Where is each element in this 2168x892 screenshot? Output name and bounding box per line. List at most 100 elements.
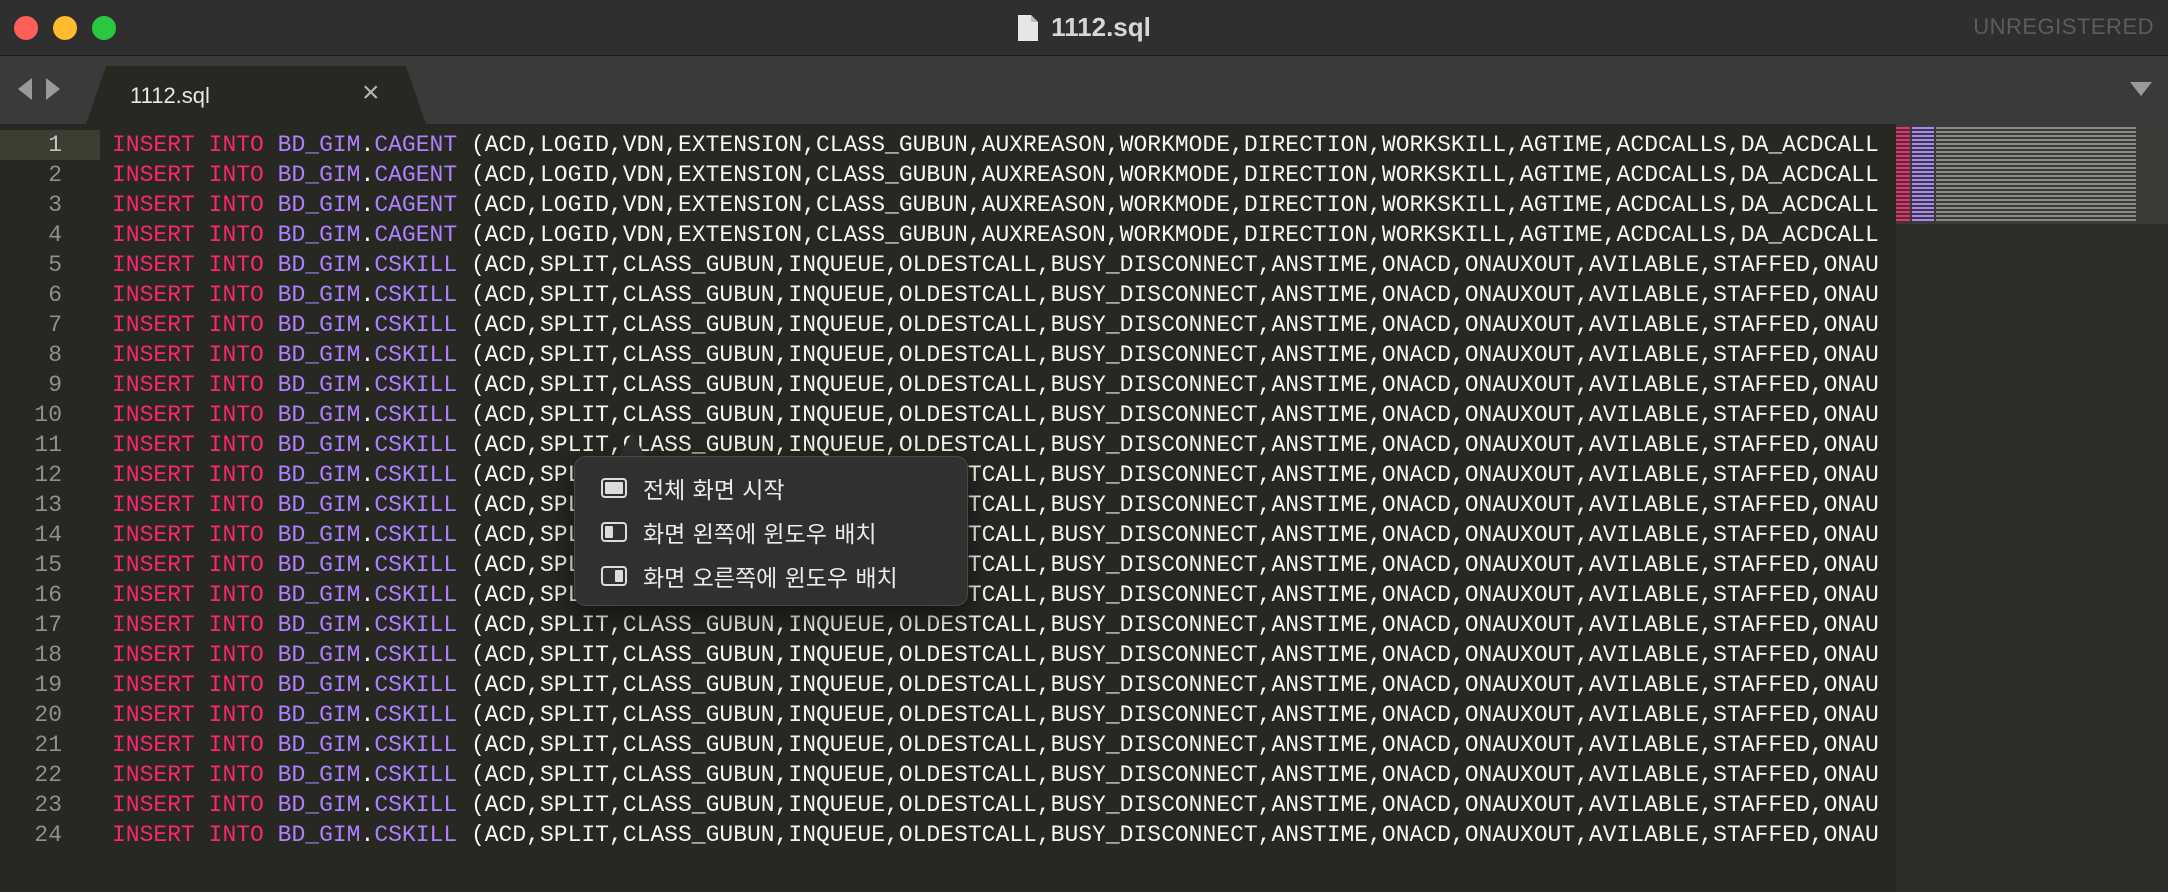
- dot-separator: .: [360, 402, 375, 428]
- code-line[interactable]: 1 INSERT INTO BD_GIM.CAGENT (ACD,LOGID,VD…: [0, 130, 1896, 160]
- code-line[interactable]: 9 INSERT INTO BD_GIM.CSKILL (ACD,SPLIT,CL…: [0, 370, 1896, 400]
- minimap-line: [1912, 207, 1934, 209]
- keyword-insert: INSERT: [112, 282, 195, 308]
- schema-name: BD_GIM: [277, 492, 361, 518]
- minimap-line: [1896, 139, 1910, 141]
- code-line[interactable]: 6 INSERT INTO BD_GIM.CSKILL (ACD,SPLIT,CL…: [0, 280, 1896, 310]
- license-status: UNREGISTERED: [1973, 14, 2154, 39]
- code-text: INSERT INTO BD_GIM.CSKILL (ACD,SPLIT,CLA…: [112, 430, 1879, 460]
- chevron-right-icon[interactable]: [46, 78, 60, 100]
- schema-name: BD_GIM: [277, 642, 361, 668]
- minimap-line: [1912, 171, 1934, 173]
- line-number: 7: [48, 312, 62, 338]
- tab-1112-sql[interactable]: 1112.sql ×: [86, 66, 426, 124]
- minimap-line: [1896, 147, 1910, 149]
- minimap-line: [1936, 195, 2136, 197]
- chevron-left-icon[interactable]: [18, 78, 32, 100]
- table-name: CSKILL: [374, 282, 458, 308]
- line-number: 11: [34, 432, 62, 458]
- minimap-line: [1936, 191, 2136, 193]
- line-number: 4: [48, 222, 62, 248]
- column-list: (ACD,SPLIT,CLASS_GUBUN,INQUEUE,OLDESTCAL…: [470, 282, 1879, 308]
- code-text: INSERT INTO BD_GIM.CAGENT (ACD,LOGID,VDN…: [112, 220, 1879, 250]
- keyword-insert: INSERT: [112, 312, 195, 338]
- dot-separator: .: [360, 342, 375, 368]
- dot-separator: .: [360, 732, 375, 758]
- table-name: CSKILL: [374, 792, 458, 818]
- table-name: CSKILL: [374, 402, 458, 428]
- minimap-line: [1912, 191, 1934, 193]
- dot-separator: .: [360, 522, 375, 548]
- close-icon[interactable]: ×: [362, 78, 380, 108]
- keyword-insert: INSERT: [112, 762, 195, 788]
- table-name: CSKILL: [374, 762, 458, 788]
- code-line[interactable]: 3 INSERT INTO BD_GIM.CAGENT (ACD,LOGID,VD…: [0, 190, 1896, 220]
- code-text: INSERT INTO BD_GIM.CSKILL (ACD,SPLIT,CLA…: [112, 280, 1879, 310]
- column-list: (ACD,SPLIT,CLASS_GUBUN,INQUEUE,OLDESTCAL…: [470, 732, 1879, 758]
- minimap-line: [1912, 219, 1934, 221]
- dot-separator: .: [360, 162, 375, 188]
- minimap-line: [1936, 203, 2136, 205]
- code-line[interactable]: 4 INSERT INTO BD_GIM.CAGENT (ACD,LOGID,VD…: [0, 220, 1896, 250]
- line-number: 14: [34, 522, 62, 548]
- keyword-into: INTO: [208, 732, 264, 758]
- code-line[interactable]: 2 INSERT INTO BD_GIM.CAGENT (ACD,LOGID,VD…: [0, 160, 1896, 190]
- line-number: 24: [34, 822, 62, 848]
- keyword-insert: INSERT: [112, 342, 195, 368]
- minimap-line: [1936, 167, 2136, 169]
- table-name: CSKILL: [374, 552, 458, 578]
- keyword-insert: INSERT: [112, 222, 195, 248]
- code-text: INSERT INTO BD_GIM.CAGENT (ACD,LOGID,VDN…: [112, 190, 1879, 220]
- line-number: 10: [34, 402, 62, 428]
- code-line[interactable]: 23 INSERT INTO BD_GIM.CSKILL (ACD,SPLIT,C…: [0, 790, 1896, 820]
- table-name: CSKILL: [374, 492, 458, 518]
- code-line[interactable]: 21 INSERT INTO BD_GIM.CSKILL (ACD,SPLIT,C…: [0, 730, 1896, 760]
- code-line[interactable]: 17 INSERT INTO BD_GIM.CSKILL (ACD,SPLIT,C…: [0, 610, 1896, 640]
- minimap-line: [1912, 131, 1934, 133]
- code-line[interactable]: 7 INSERT INTO BD_GIM.CSKILL (ACD,SPLIT,CL…: [0, 310, 1896, 340]
- code-line[interactable]: 10 INSERT INTO BD_GIM.CSKILL (ACD,SPLIT,C…: [0, 400, 1896, 430]
- column-list: (ACD,SPLIT,CLASS_GUBUN,INQUEUE,OLDESTCAL…: [470, 672, 1879, 698]
- keyword-into: INTO: [208, 642, 264, 668]
- column-list: (ACD,LOGID,VDN,EXTENSION,CLASS_GUBUN,AUX…: [470, 162, 1879, 188]
- code-line[interactable]: 22 INSERT INTO BD_GIM.CSKILL (ACD,SPLIT,C…: [0, 760, 1896, 790]
- fullscreen-icon: [601, 478, 627, 498]
- line-number: 5: [48, 252, 62, 278]
- keyword-insert: INSERT: [112, 702, 195, 728]
- menu-item-tile-left[interactable]: 화면 왼쪽에 윈도우 배치: [601, 515, 951, 549]
- schema-name: BD_GIM: [277, 582, 361, 608]
- code-line[interactable]: 19 INSERT INTO BD_GIM.CSKILL (ACD,SPLIT,C…: [0, 670, 1896, 700]
- line-number: 17: [34, 612, 62, 638]
- minimap-line: [1912, 143, 1934, 145]
- minimap-line: [1936, 139, 2136, 141]
- keyword-into: INTO: [208, 252, 264, 278]
- code-line[interactable]: 5 INSERT INTO BD_GIM.CSKILL (ACD,SPLIT,CL…: [0, 250, 1896, 280]
- keyword-insert: INSERT: [112, 252, 195, 278]
- minimap-line: [1912, 167, 1934, 169]
- code-line[interactable]: 18 INSERT INTO BD_GIM.CSKILL (ACD,SPLIT,C…: [0, 640, 1896, 670]
- table-name: CSKILL: [374, 732, 458, 758]
- menu-item-tile-right[interactable]: 화면 오른쪽에 윈도우 배치: [601, 559, 951, 593]
- code-text: INSERT INTO BD_GIM.CSKILL (ACD,SPLIT,CLA…: [112, 700, 1879, 730]
- window-title: 1112.sql: [1051, 12, 1151, 42]
- menu-item-fullscreen[interactable]: 전체 화면 시작: [601, 471, 951, 505]
- keyword-into: INTO: [208, 612, 264, 638]
- column-list: (ACD,SPLIT,CLASS_GUBUN,INQUEUE,OLDESTCAL…: [470, 612, 1879, 638]
- line-number: 16: [34, 582, 62, 608]
- table-name: CAGENT: [374, 222, 458, 248]
- dot-separator: .: [360, 312, 375, 338]
- code-text: INSERT INTO BD_GIM.CSKILL (ACD,SPLIT,CLA…: [112, 580, 1879, 610]
- minimap-line: [1896, 211, 1910, 213]
- code-line[interactable]: 8 INSERT INTO BD_GIM.CSKILL (ACD,SPLIT,CL…: [0, 340, 1896, 370]
- minimap-line: [1896, 155, 1910, 157]
- minimap-line: [1896, 135, 1910, 137]
- code-line[interactable]: 24 INSERT INTO BD_GIM.CSKILL (ACD,SPLIT,C…: [0, 820, 1896, 850]
- keyword-into: INTO: [208, 162, 264, 188]
- table-name: CSKILL: [374, 582, 458, 608]
- chevron-down-icon[interactable]: [2130, 82, 2152, 96]
- code-text: INSERT INTO BD_GIM.CSKILL (ACD,SPLIT,CLA…: [112, 490, 1879, 520]
- code-line[interactable]: 20 INSERT INTO BD_GIM.CSKILL (ACD,SPLIT,C…: [0, 700, 1896, 730]
- keyword-insert: INSERT: [112, 522, 195, 548]
- minimap[interactable]: [1896, 124, 2168, 892]
- line-number: 1: [48, 132, 62, 158]
